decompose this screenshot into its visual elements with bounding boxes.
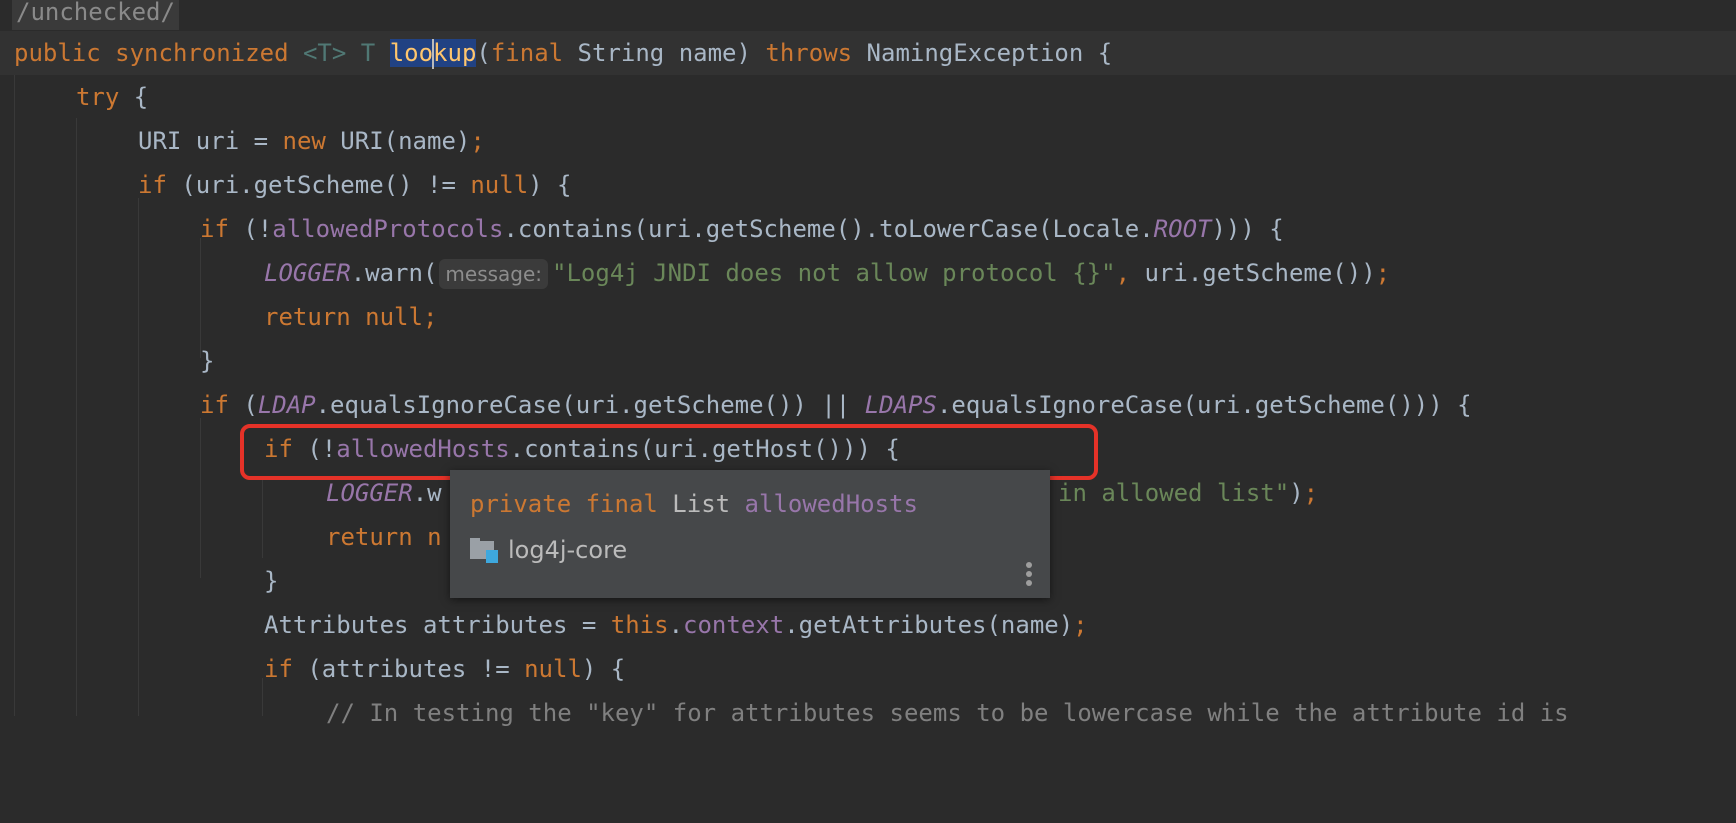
popup-signature: private final List allowedHosts [470, 490, 918, 518]
code-line[interactable]: } [0, 339, 1736, 383]
module-name: log4j-core [508, 536, 628, 564]
parameter-hint: message: [439, 259, 549, 289]
code-line-comment[interactable]: // In testing the "key" for attributes s… [0, 691, 1736, 735]
code-line-method-signature[interactable]: public synchronized <T> T lookup(final S… [0, 31, 1736, 75]
code-line[interactable]: if (uri.getScheme() != null) { [0, 163, 1736, 207]
more-options-icon[interactable] [1026, 562, 1034, 589]
code-line[interactable]: return null; [0, 295, 1736, 339]
module-folder-icon [470, 536, 500, 564]
code-line[interactable]: URI uri = new URI(name); [0, 119, 1736, 163]
code-editor[interactable]: /unchecked/ public synchronized <T> T lo… [0, 0, 1736, 727]
code-line[interactable]: if (!allowedProtocols.contains(uri.getSc… [0, 207, 1736, 251]
selected-method-name[interactable]: lookup [389, 39, 477, 69]
code-line[interactable]: Attributes attributes = this.context.get… [0, 603, 1736, 647]
type-parameter: <T> T [302, 39, 390, 67]
popup-module[interactable]: log4j-core [470, 532, 627, 568]
code-line[interactable]: if (attributes != null) { [0, 647, 1736, 691]
keyword: public synchronized [14, 39, 303, 67]
quick-documentation-popup[interactable]: private final List allowedHosts log4j-co… [450, 470, 1050, 598]
code-line[interactable]: LOGGER.warn(message: "Log4j JNDI does not… [0, 251, 1736, 295]
code-line[interactable]: try { [0, 75, 1736, 119]
unchecked-annotation: /unchecked/ [12, 0, 179, 30]
code-line[interactable]: if (LDAP.equalsIgnoreCase(uri.getScheme(… [0, 383, 1736, 427]
